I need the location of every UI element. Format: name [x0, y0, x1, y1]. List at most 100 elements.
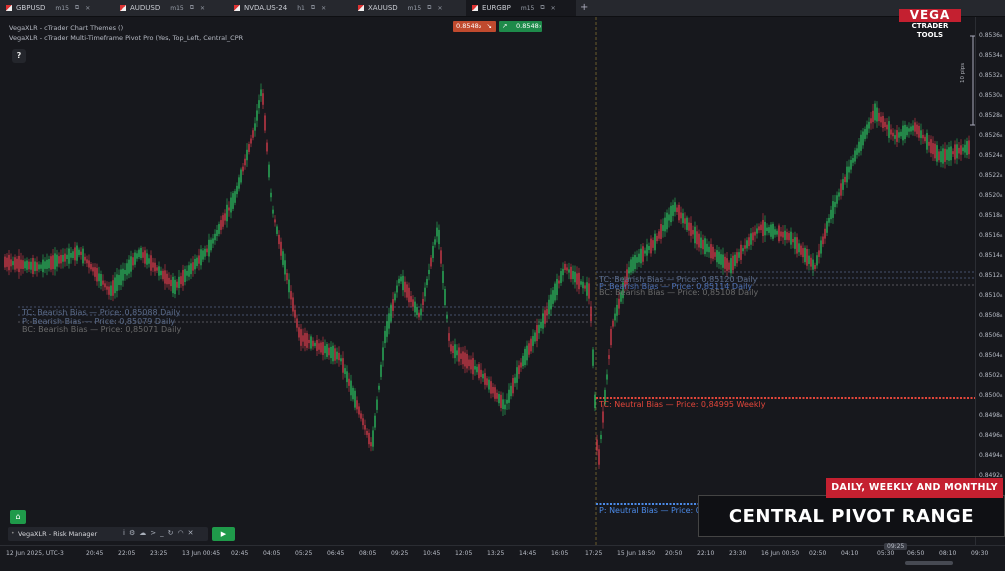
candle-body	[896, 130, 898, 142]
time-tick: 13:25	[487, 550, 505, 557]
gear-icon[interactable]: ⚙	[129, 529, 139, 537]
candle-body	[66, 254, 68, 260]
candle-body	[788, 233, 790, 241]
arrow-down-icon: ↘	[486, 22, 492, 30]
candle-body	[164, 270, 166, 284]
candle-body	[878, 112, 880, 122]
candle-body	[372, 430, 374, 447]
tab-timeframe[interactable]: m15	[408, 5, 421, 12]
candle-body	[94, 267, 96, 277]
close-icon[interactable]: ✕	[188, 529, 198, 537]
candle-body	[652, 240, 654, 248]
robot-icon[interactable]: ⌂	[10, 510, 26, 524]
candle-body	[234, 191, 236, 203]
price-tick: 0.8504₈	[979, 352, 1003, 359]
candle-body	[554, 283, 556, 301]
candle-body	[868, 121, 870, 129]
detach-icon[interactable]: ⧉	[75, 4, 79, 12]
tab-gbpusd[interactable]: GBPUSD m15 ⧉ ✕	[0, 0, 110, 16]
candle-body	[946, 149, 948, 161]
candle-body	[68, 248, 70, 264]
detach-icon[interactable]: ⧉	[190, 4, 194, 12]
candle-body	[792, 238, 794, 243]
tab-timeframe[interactable]: m15	[55, 5, 68, 12]
candle-body	[346, 371, 348, 383]
candle-body	[484, 373, 486, 385]
close-icon[interactable]: ✕	[551, 5, 556, 12]
candle-body	[526, 345, 528, 361]
candlestick-chart[interactable]	[0, 17, 975, 545]
terminal-icon[interactable]: >_	[150, 529, 167, 537]
help-button[interactable]: ?	[12, 49, 26, 63]
tab-timeframe[interactable]: m15	[170, 5, 183, 12]
candle-body	[248, 144, 250, 152]
candle-body	[30, 261, 32, 270]
detach-icon[interactable]: ⧉	[311, 4, 315, 12]
time-axis[interactable]: 12 Jun 2025, UTC-3 20:45 22:05 23:25 13 Jun …	[0, 543, 1005, 571]
risk-manager-panel[interactable]: • VegaXLR - Risk Manager i⚙☁>_↻◠✕	[8, 527, 208, 541]
detach-icon[interactable]: ⧉	[427, 4, 431, 12]
play-button[interactable]: ▶	[212, 527, 235, 541]
candle-body	[718, 251, 720, 264]
buy-price-button[interactable]: ↗ 0.8548₇	[499, 21, 542, 32]
tab-timeframe[interactable]: m15	[521, 5, 534, 12]
close-icon[interactable]: ✕	[200, 5, 205, 12]
candle-body	[646, 244, 648, 256]
candle-body	[446, 315, 448, 319]
candle-body	[126, 263, 128, 276]
tab-nvda[interactable]: NVDA.US-24 h1 ⧉ ✕	[228, 0, 346, 16]
candle-body	[508, 389, 510, 403]
sell-price-button[interactable]: 0.8548₂ ↘	[453, 21, 496, 32]
candle-body	[26, 260, 28, 270]
candle-body	[506, 399, 508, 404]
close-icon[interactable]: ✕	[437, 5, 442, 12]
drag-handle-icon[interactable]: •	[11, 530, 15, 537]
chart-area[interactable]: VegaXLR - cTrader Chart Themes () VegaXL…	[0, 17, 975, 545]
candle-body	[580, 281, 582, 285]
candle-body	[86, 259, 88, 264]
scrollbar-thumb[interactable]	[905, 561, 953, 565]
candle-body	[320, 342, 322, 353]
time-tick: 05:25	[295, 550, 313, 557]
tab-timeframe[interactable]: h1	[297, 5, 305, 12]
candle-body	[920, 130, 922, 139]
candle-body	[456, 350, 458, 356]
candle-body	[112, 280, 114, 296]
tab-audusd[interactable]: AUDUSD m15 ⧉ ✕	[114, 0, 224, 16]
candle-body	[806, 249, 808, 266]
tab-eurgbp[interactable]: EURGBP m15 ⧉ ✕	[466, 0, 576, 16]
close-icon[interactable]: ✕	[85, 5, 90, 12]
cloud-icon[interactable]: ☁	[139, 529, 150, 537]
candle-body	[470, 359, 472, 370]
candle-body	[676, 207, 678, 213]
candle-body	[36, 262, 38, 271]
candle-body	[104, 283, 106, 288]
candle-body	[678, 204, 680, 221]
candle-body	[778, 225, 780, 242]
candle-body	[298, 327, 300, 338]
candle-body	[210, 239, 212, 251]
candle-body	[530, 338, 532, 352]
candle-body	[642, 246, 644, 262]
candle-body	[120, 269, 122, 286]
candle-body	[130, 256, 132, 272]
candle-body	[892, 132, 894, 137]
price-tick: 0.8524₈	[979, 152, 1003, 159]
close-icon[interactable]: ✕	[321, 5, 326, 12]
candle-body	[60, 254, 62, 264]
candle-body	[746, 240, 748, 249]
history-icon[interactable]: ↻	[168, 529, 178, 537]
price-axis[interactable]: 0.8536₈ 0.8534₈ 0.8532₈ 0.8530₈ 0.8528₈ 0.852…	[975, 17, 1005, 545]
detach-icon[interactable]: ⧉	[540, 4, 544, 12]
add-tab-button[interactable]: +	[580, 0, 588, 16]
candle-body	[944, 148, 946, 162]
gauge-icon[interactable]: ◠	[177, 529, 187, 537]
candle-body	[136, 253, 138, 259]
candle-body	[464, 352, 466, 367]
tab-xauusd[interactable]: XAUUSD m15 ⧉ ✕	[352, 0, 462, 16]
candle-body	[468, 359, 470, 367]
candle-body	[780, 231, 782, 237]
logo-subtitle: CTRADER TOOLS	[911, 22, 949, 39]
candle-body	[908, 128, 910, 132]
candle-body	[816, 255, 818, 266]
